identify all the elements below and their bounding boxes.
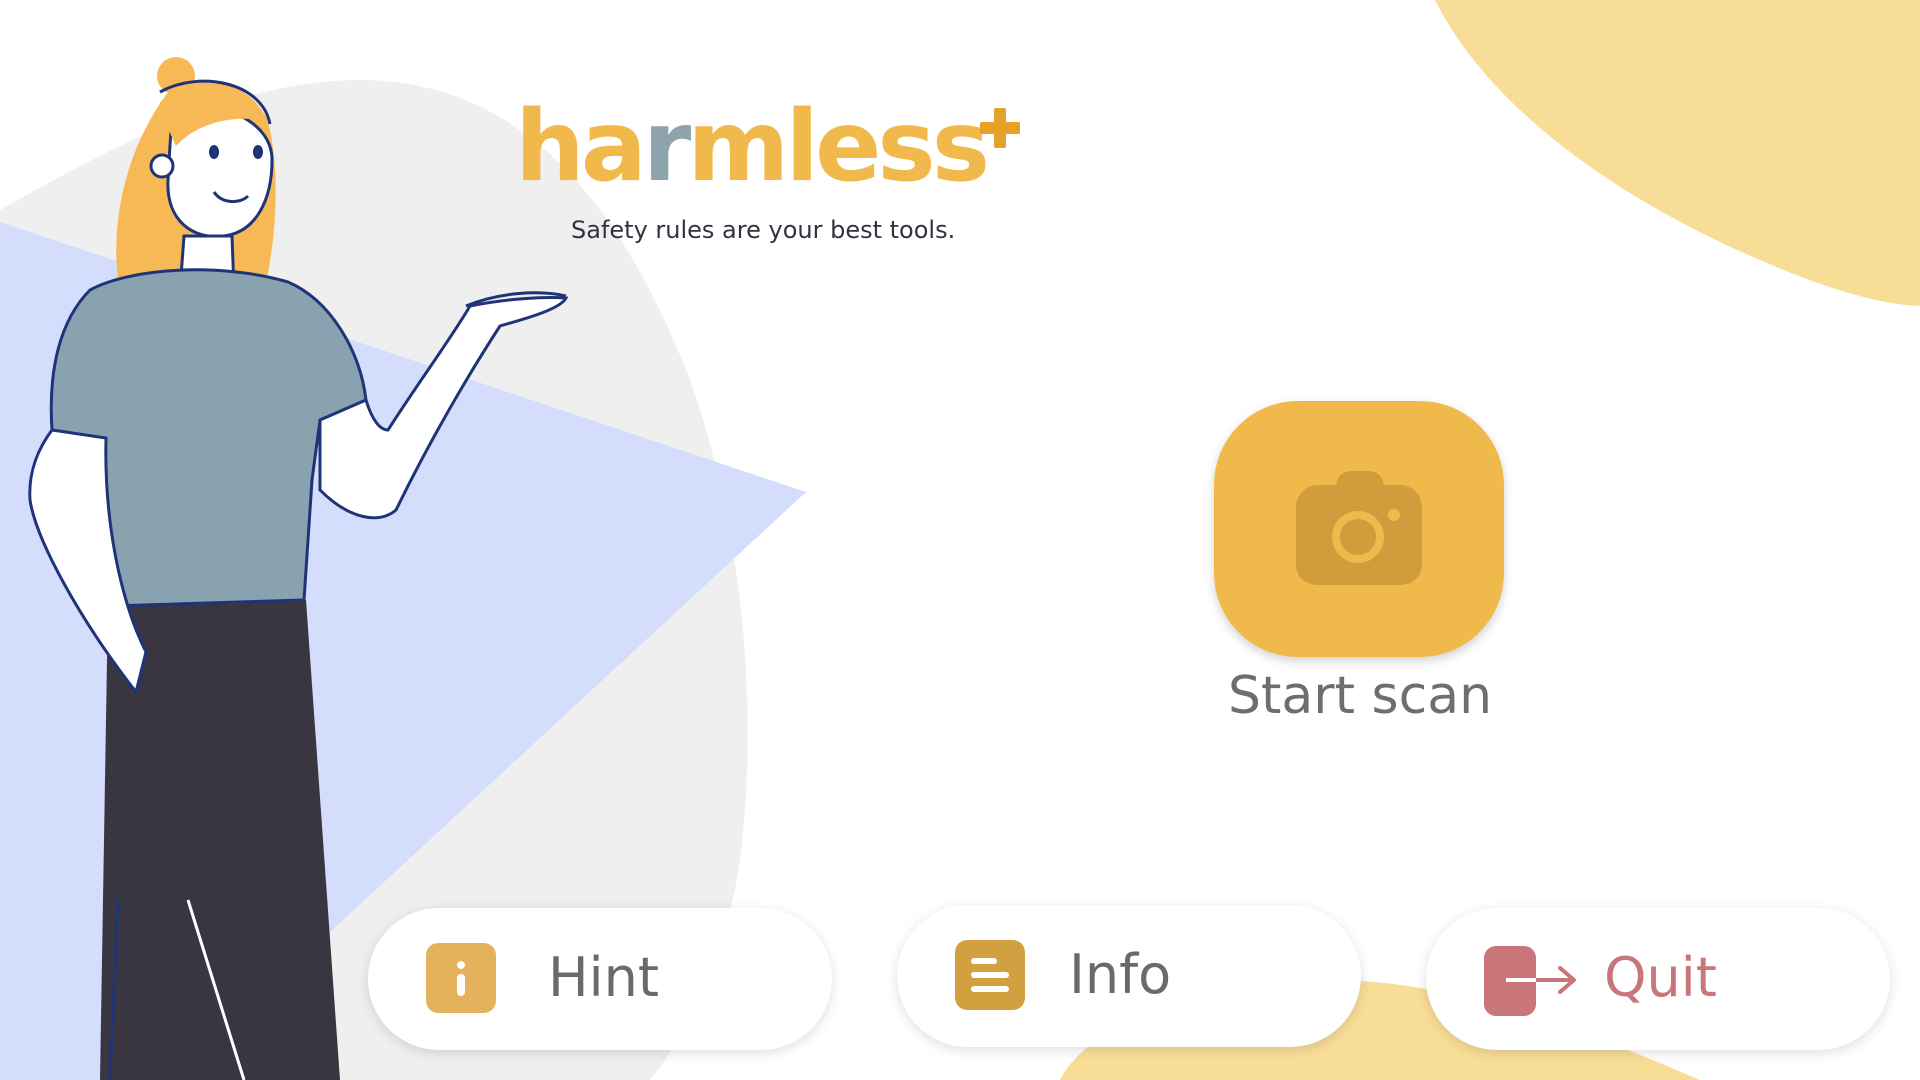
brand-logo: harmless Safety rules are your best tool… [515,98,1035,258]
brand-word-part-2: r [642,90,691,204]
start-screen: harmless Safety rules are your best tool… [0,0,1920,1080]
quit-button[interactable]: Quit [1426,908,1890,1050]
info-icon [426,943,496,1013]
start-scan-button[interactable] [1214,401,1504,657]
quit-label: Quit [1604,946,1717,1009]
info-button[interactable]: Info [897,905,1361,1047]
brand-word-part-1: ha [515,90,647,204]
exit-arrow-icon [1506,966,1576,994]
hint-label: Hint [548,946,660,1009]
hint-button[interactable]: Hint [368,908,832,1050]
brand-tagline: Safety rules are your best tools. [571,216,956,244]
plus-icon [980,108,1020,148]
brand-word-part-3: mless [687,90,990,204]
brand-wordmark: harmless [515,90,990,204]
info-label: Info [1069,943,1172,1006]
document-lines-icon [955,940,1025,1010]
start-scan-label: Start scan [1227,666,1493,726]
camera-icon [1296,471,1422,585]
